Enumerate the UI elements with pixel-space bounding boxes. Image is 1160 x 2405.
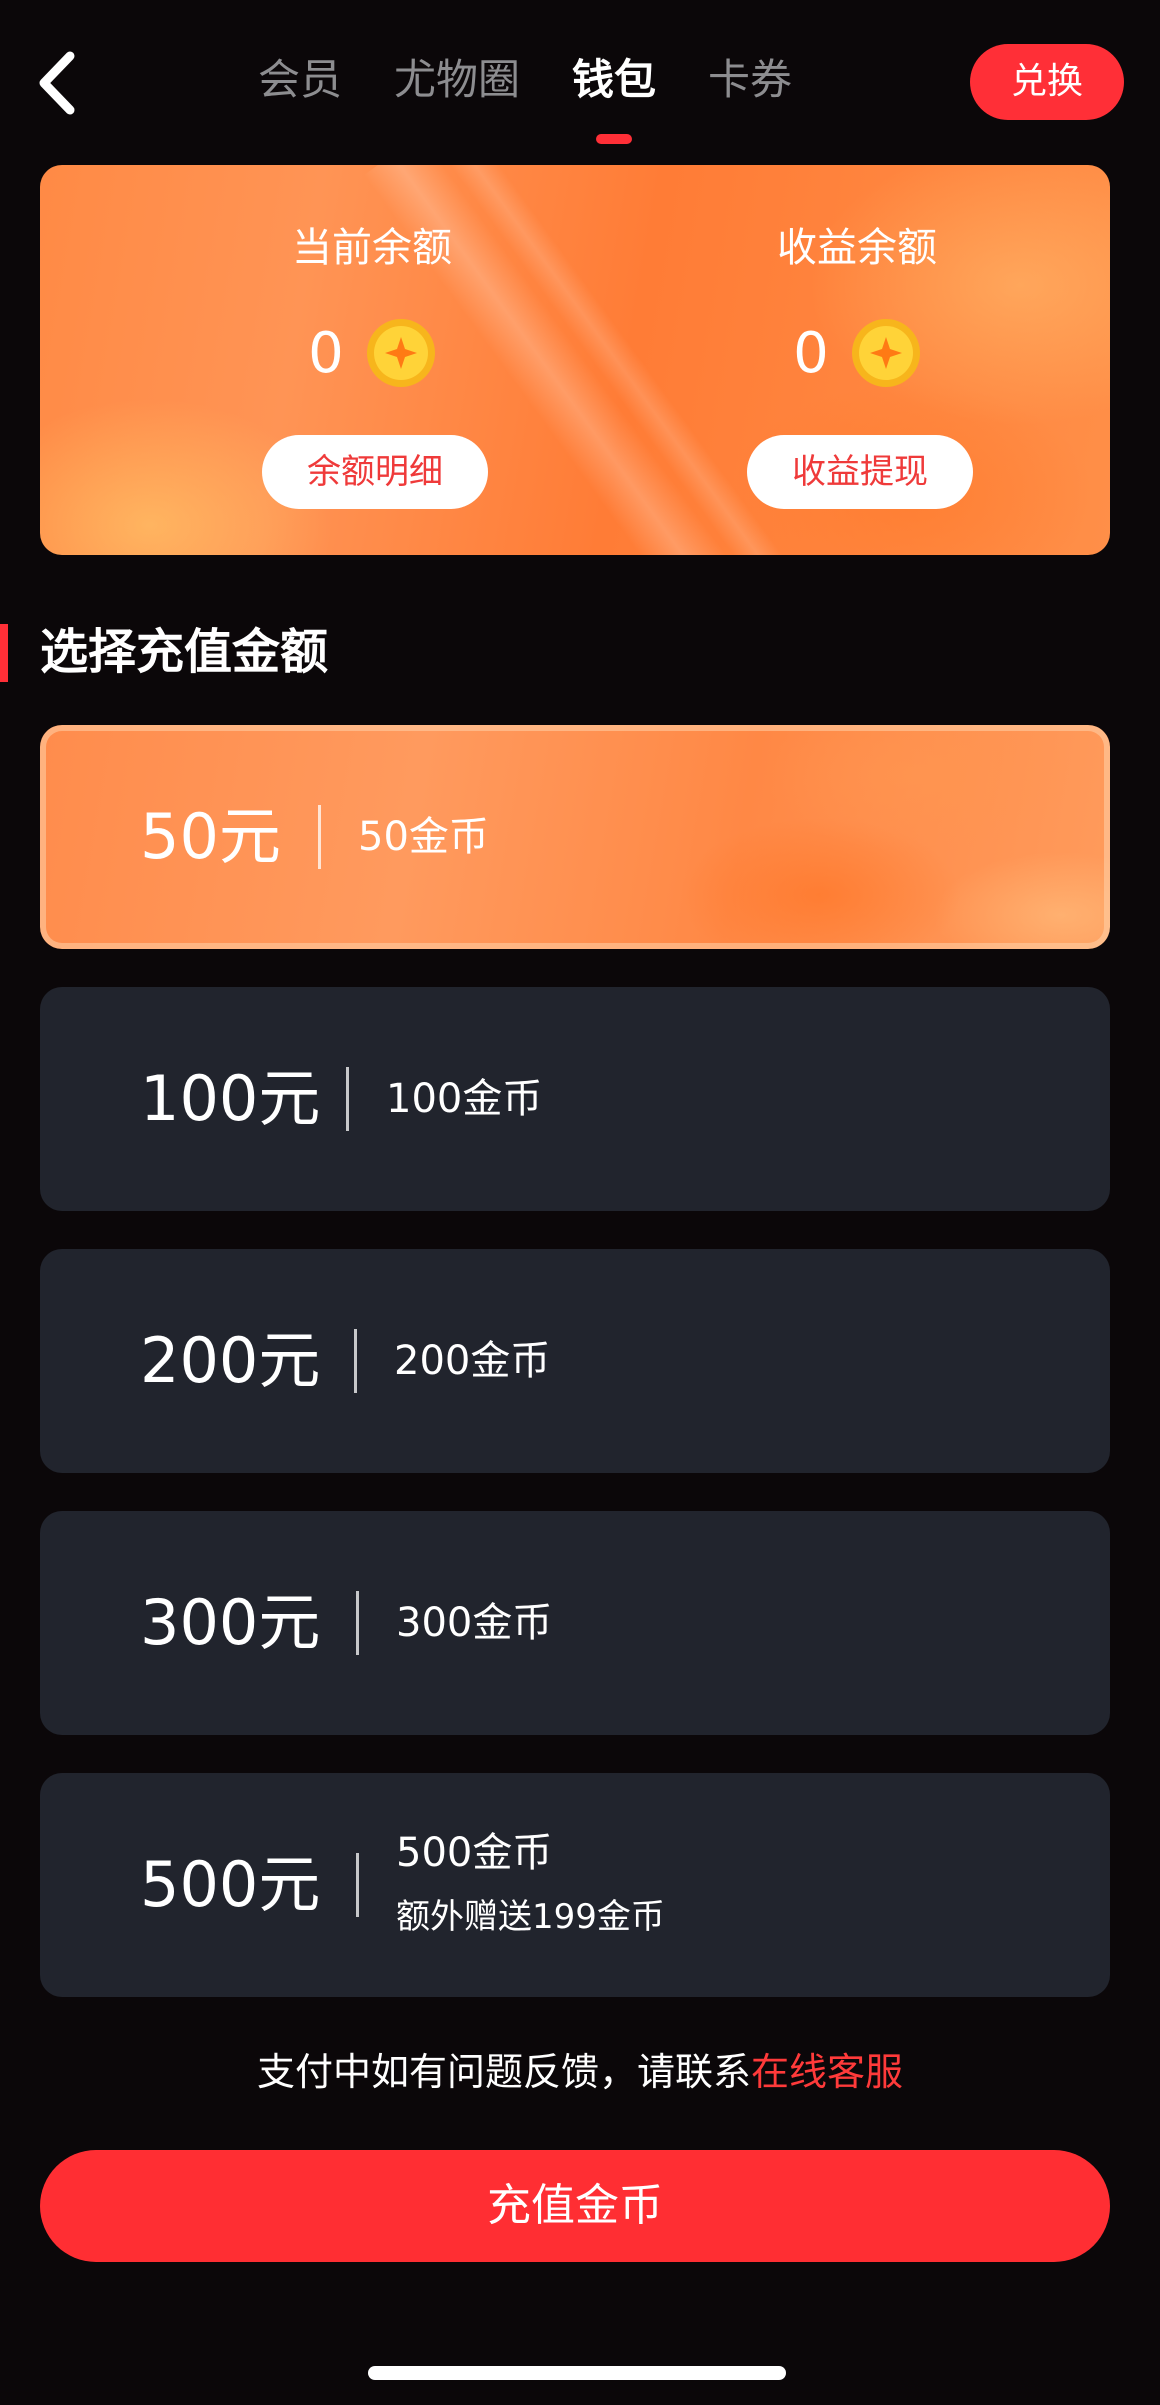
back-button[interactable]	[30, 48, 90, 118]
option-divider	[318, 805, 321, 869]
active-tab-indicator	[596, 134, 633, 144]
online-support-link[interactable]: 在线客服	[751, 2050, 903, 2094]
exchange-button[interactable]: 兑换	[970, 44, 1124, 120]
option-coins: 200金币	[394, 1338, 551, 1384]
support-notice-text: 支付中如有问题反馈，请联系	[256, 2050, 751, 2094]
chevron-left-icon	[39, 51, 75, 115]
option-coins: 300金币	[396, 1600, 553, 1646]
recharge-coins-button[interactable]: 充值金币	[40, 2150, 1110, 2262]
option-price: 300元	[140, 1586, 321, 1659]
recharge-option-100[interactable]: 100元 100金币	[40, 987, 1110, 1211]
balance-card: 当前余额 0 余额明细 收益余额 0 收益提现	[40, 165, 1110, 555]
option-price: 200元	[140, 1324, 321, 1397]
wallet-page: 会员 尤物圈 钱包 卡券 兑换 当前余额 0 余额明细 收益余额 0 收益提现 …	[0, 0, 1160, 2405]
current-balance-label: 当前余额	[292, 225, 452, 271]
option-price: 100元	[140, 1062, 321, 1135]
balance-detail-button[interactable]: 余额明细	[262, 435, 488, 509]
gold-coin-icon	[851, 319, 920, 387]
tab-membership[interactable]: 会员	[258, 45, 342, 145]
current-balance-value: 0	[308, 320, 344, 386]
option-divider	[346, 1067, 349, 1131]
current-balance: 当前余额 0 余额明细	[222, 165, 522, 555]
gold-coin-icon	[366, 319, 435, 387]
tab-bar: 会员 尤物圈 钱包 卡券	[258, 45, 844, 145]
earnings-balance-label: 收益余额	[777, 225, 937, 271]
option-divider	[356, 1853, 359, 1917]
option-coins: 100金币	[386, 1076, 543, 1122]
option-price: 50元	[140, 800, 281, 873]
withdraw-earnings-button[interactable]: 收益提现	[747, 435, 973, 509]
section-accent-bar	[0, 624, 8, 682]
tab-circle[interactable]: 尤物圈	[394, 45, 520, 145]
support-notice: 支付中如有问题反馈，请联系在线客服	[0, 2040, 1160, 2104]
option-price: 500元	[140, 1848, 321, 1921]
option-coins: 500金币	[396, 1830, 553, 1876]
option-divider	[354, 1329, 357, 1393]
option-divider	[356, 1591, 359, 1655]
tab-label: 卡券	[708, 55, 793, 104]
option-coins: 50金币	[358, 814, 489, 860]
section-title: 选择充值金额	[40, 624, 329, 680]
option-bonus: 额外赠送199金币	[396, 1897, 665, 1937]
recharge-option-300[interactable]: 300元 300金币	[40, 1511, 1110, 1735]
tab-wallet[interactable]: 钱包	[572, 45, 656, 145]
home-indicator	[368, 2366, 786, 2380]
recharge-option-500[interactable]: 500元 500金币 额外赠送199金币	[40, 1773, 1110, 1997]
earnings-balance: 收益余额 0 收益提现	[707, 165, 1007, 555]
current-balance-row: 0	[222, 313, 522, 393]
tab-label: 尤物圈	[394, 55, 521, 104]
tab-label: 钱包	[572, 55, 657, 104]
recharge-option-200[interactable]: 200元 200金币	[40, 1249, 1110, 1473]
top-nav: 会员 尤物圈 钱包 卡券 兑换	[0, 0, 1160, 160]
recharge-option-50[interactable]: 50元 50金币	[40, 725, 1110, 949]
tab-coupons[interactable]: 卡券	[708, 45, 792, 145]
earnings-balance-row: 0	[707, 313, 1007, 393]
tab-label: 会员	[258, 55, 343, 104]
earnings-balance-value: 0	[793, 320, 829, 386]
